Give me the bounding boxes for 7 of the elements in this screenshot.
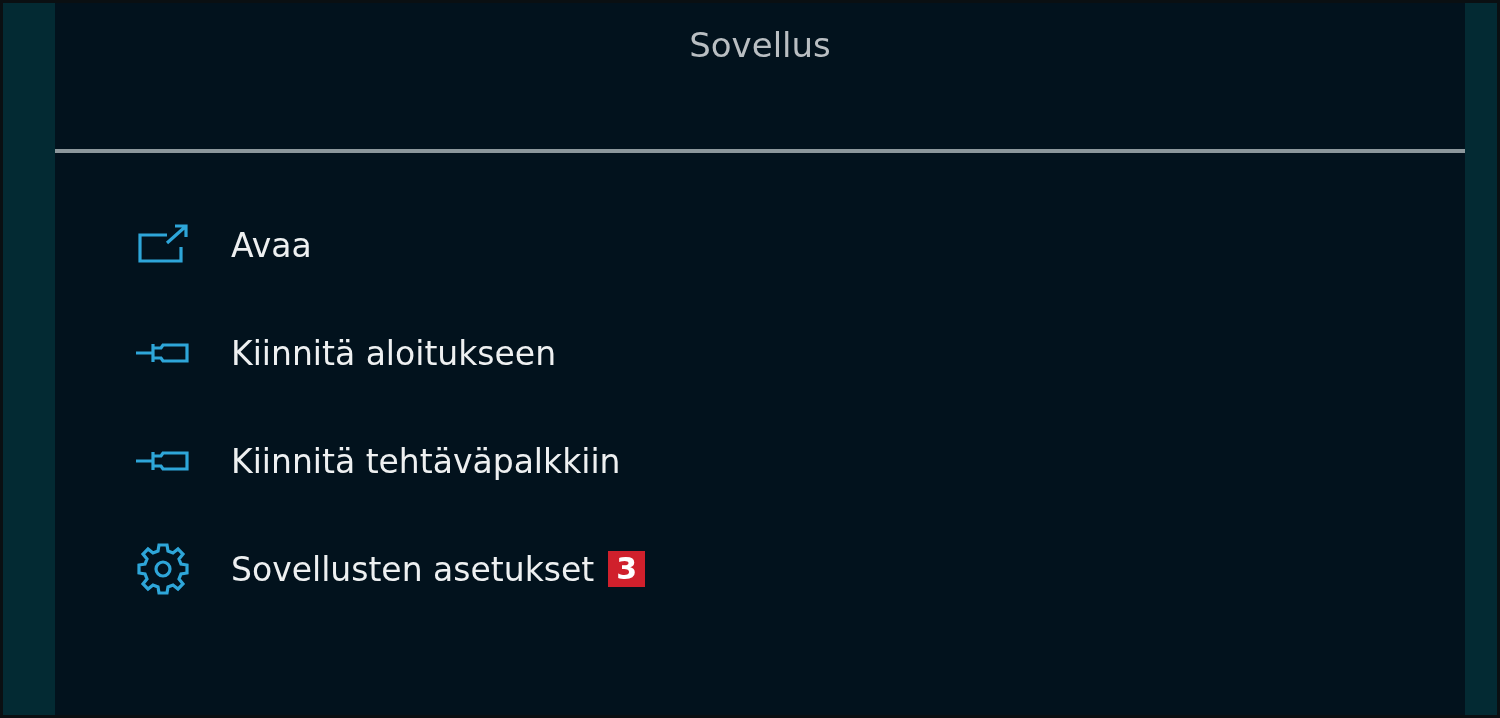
settings-icon bbox=[135, 542, 191, 596]
menu-item[interactable]: Kiinnitä tehtäväpalkkiin bbox=[231, 441, 621, 481]
callout-number: 3 bbox=[608, 551, 646, 587]
menu-item[interactable]: Avaa bbox=[231, 225, 312, 265]
menu-item[interactable]: Kiinnitä aloitukseen bbox=[231, 333, 557, 373]
menu-title: Sovellus bbox=[688, 24, 832, 67]
menu-item[interactable]: Sovellusten asetukset bbox=[231, 549, 595, 589]
